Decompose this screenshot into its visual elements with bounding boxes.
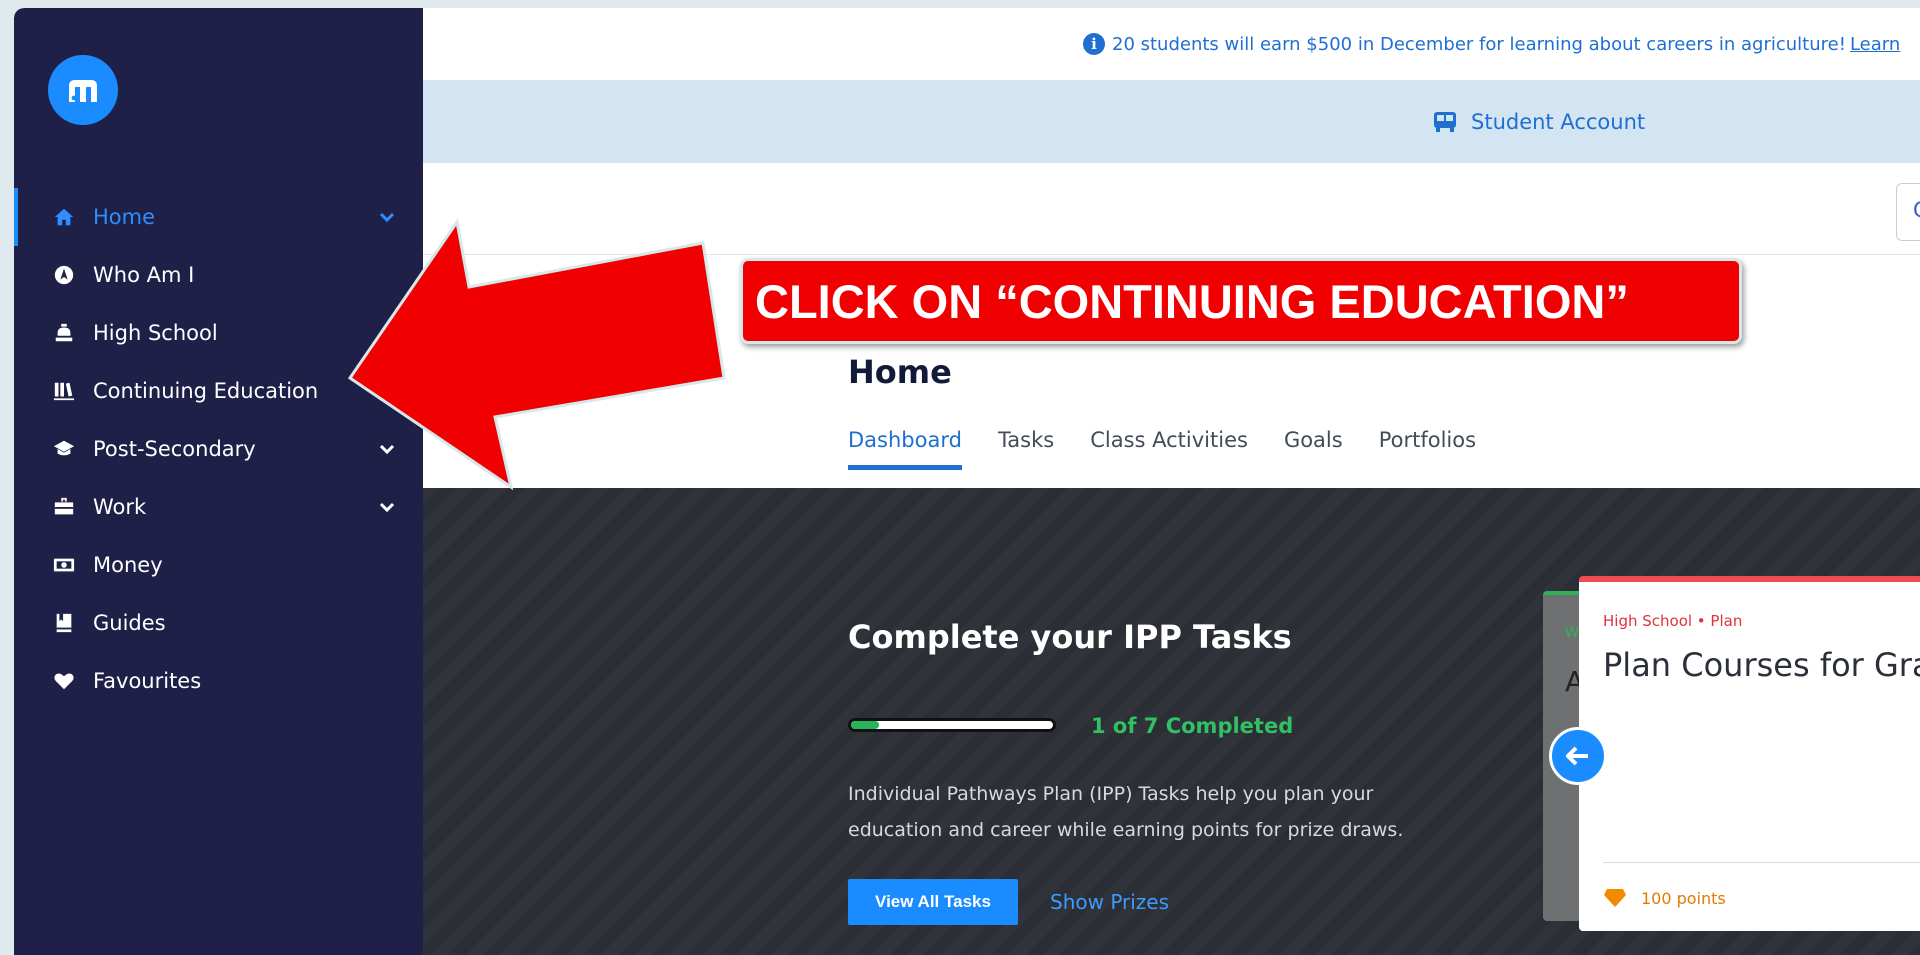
sidebar-item-money[interactable]: Money [14, 536, 423, 594]
logo-mark-icon [69, 80, 97, 102]
toolbar: C [423, 163, 1920, 255]
briefcase-icon [52, 495, 76, 519]
sidebar-item-favourites[interactable]: Favourites [14, 652, 423, 710]
sidebar: Home Who Am I High School Continuing Edu… [14, 8, 423, 955]
guide-book-icon [52, 611, 76, 635]
tab-portfolios[interactable]: Portfolios [1379, 428, 1476, 470]
sidebar-item-label: Favourites [93, 669, 202, 693]
account-bar: Student Account [423, 80, 1920, 163]
sidebar-item-label: Continuing Education [93, 379, 319, 403]
tab-goals[interactable]: Goals [1284, 428, 1343, 470]
sidebar-item-label: Work [93, 495, 147, 519]
page-tabs: Dashboard Tasks Class Activities Goals P… [848, 428, 1512, 470]
sidebar-item-label: Who Am I [93, 263, 195, 287]
view-all-tasks-button[interactable]: View All Tasks [848, 879, 1018, 925]
books-icon [52, 379, 76, 403]
page-title: Home [848, 353, 952, 391]
chevron-down-icon[interactable] [377, 207, 397, 227]
card-category: W [1565, 625, 1579, 641]
carousel-prev-button[interactable] [1549, 727, 1607, 785]
main-content: i 20 students will earn $500 in December… [423, 8, 1920, 955]
gem-icon [1604, 889, 1626, 907]
ipp-tasks-hero: Complete your IPP Tasks 1 of 7 Completed… [423, 488, 1920, 955]
sidebar-item-continuing-education[interactable]: Continuing Education [14, 362, 423, 420]
banner-link[interactable]: Learn [1850, 34, 1900, 55]
arrow-left-icon [1566, 746, 1588, 766]
heart-icon [52, 669, 76, 693]
card-category: High School • Plan [1603, 612, 1743, 630]
show-prizes-link[interactable]: Show Prizes [1050, 890, 1169, 914]
tab-tasks[interactable]: Tasks [998, 428, 1054, 470]
card-divider [1603, 862, 1920, 863]
sidebar-item-who-am-i[interactable]: Who Am I [14, 246, 423, 304]
money-icon [52, 553, 76, 577]
home-icon [52, 205, 76, 229]
sidebar-item-guides[interactable]: Guides [14, 594, 423, 652]
progress-label: 1 of 7 Completed [1091, 714, 1294, 738]
toolbar-control[interactable]: C [1896, 183, 1920, 241]
tab-class-activities[interactable]: Class Activities [1090, 428, 1248, 470]
sidebar-item-post-secondary[interactable]: Post-Secondary [14, 420, 423, 478]
app-logo[interactable] [48, 55, 118, 125]
school-bell-icon [52, 321, 76, 345]
task-card[interactable]: High School • Plan Plan Courses for Gra … [1579, 576, 1920, 931]
announcement-banner: i 20 students will earn $500 in December… [423, 8, 1920, 80]
info-icon: i [1083, 33, 1105, 55]
sidebar-item-label: Home [93, 205, 156, 229]
sidebar-nav: Home Who Am I High School Continuing Edu… [14, 188, 423, 710]
sidebar-item-label: Guides [93, 611, 166, 635]
app-window: Home Who Am I High School Continuing Edu… [14, 8, 1920, 955]
card-title: Plan Courses for Gra [1603, 646, 1920, 684]
hero-description: Individual Pathways Plan (IPP) Tasks hel… [848, 783, 1404, 841]
chevron-down-icon[interactable] [377, 439, 397, 459]
sidebar-item-label: High School [93, 321, 218, 345]
sidebar-item-home[interactable]: Home [14, 188, 423, 246]
progress-bar [848, 718, 1056, 732]
progress-fill [851, 721, 880, 729]
sidebar-item-work[interactable]: Work [14, 478, 423, 536]
sidebar-item-high-school[interactable]: High School [14, 304, 423, 362]
points-label: 100 points [1641, 888, 1726, 908]
chevron-down-icon[interactable] [377, 497, 397, 517]
sidebar-item-label: Money [93, 553, 163, 577]
instruction-callout: CLICK ON “CONTINUING EDUCATION” [740, 258, 1742, 344]
tab-dashboard[interactable]: Dashboard [848, 428, 962, 470]
card-points: 100 points [1603, 888, 1726, 908]
hero-title: Complete your IPP Tasks [848, 618, 1292, 656]
compass-icon [52, 263, 76, 287]
graduation-cap-icon [52, 437, 76, 461]
account-label[interactable]: Student Account [1471, 110, 1645, 134]
bus-icon [1434, 111, 1456, 132]
banner-text: 20 students will earn $500 in December f… [1112, 33, 1846, 55]
sidebar-item-label: Post-Secondary [93, 437, 256, 461]
